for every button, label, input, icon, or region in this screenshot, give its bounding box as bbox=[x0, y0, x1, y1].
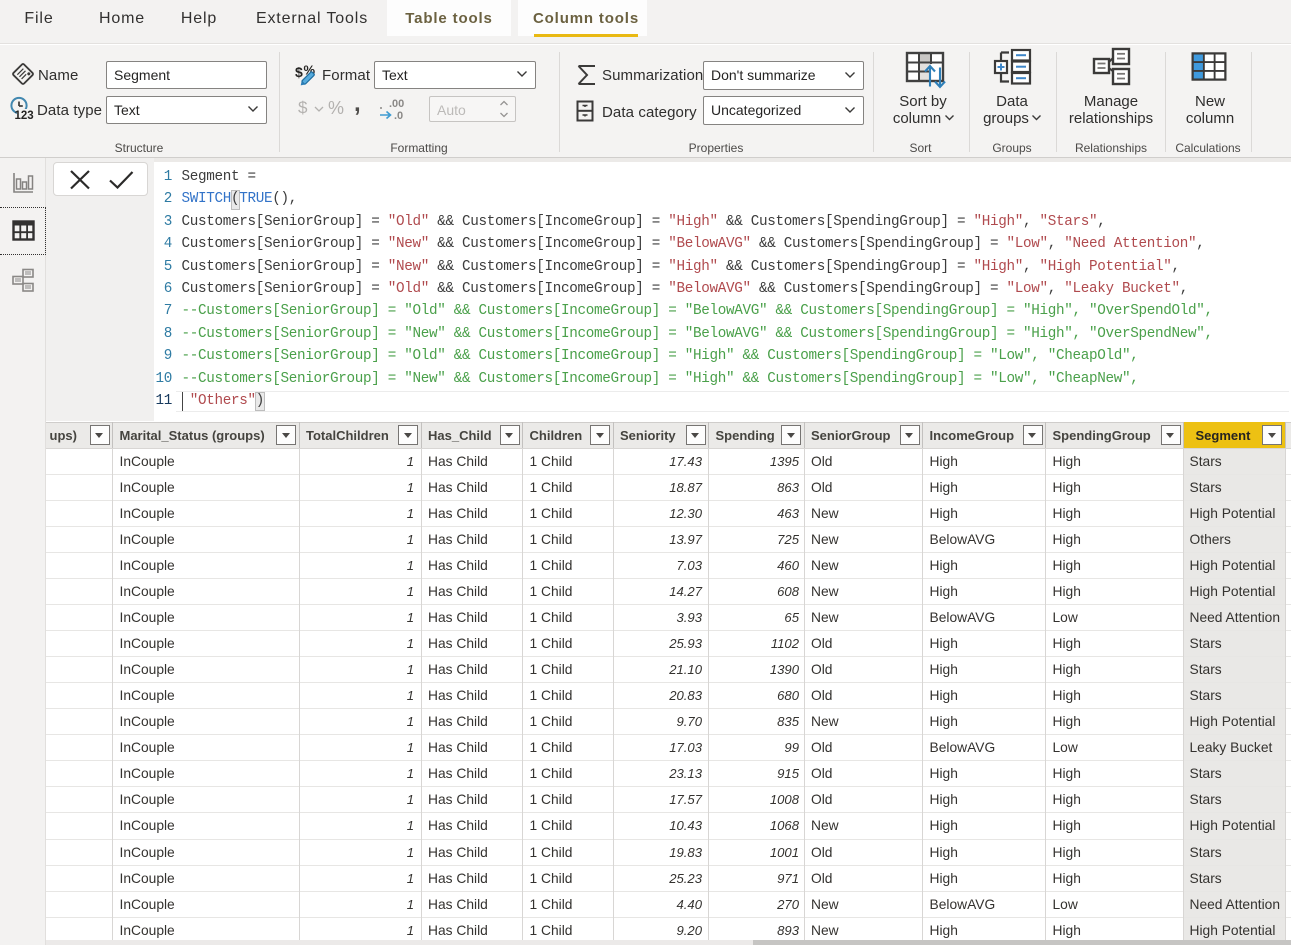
svg-text:123: 123 bbox=[15, 110, 34, 122]
svg-text:$: $ bbox=[295, 64, 303, 80]
svg-text:.00: .00 bbox=[389, 98, 404, 110]
svg-text:.0: .0 bbox=[394, 110, 403, 122]
